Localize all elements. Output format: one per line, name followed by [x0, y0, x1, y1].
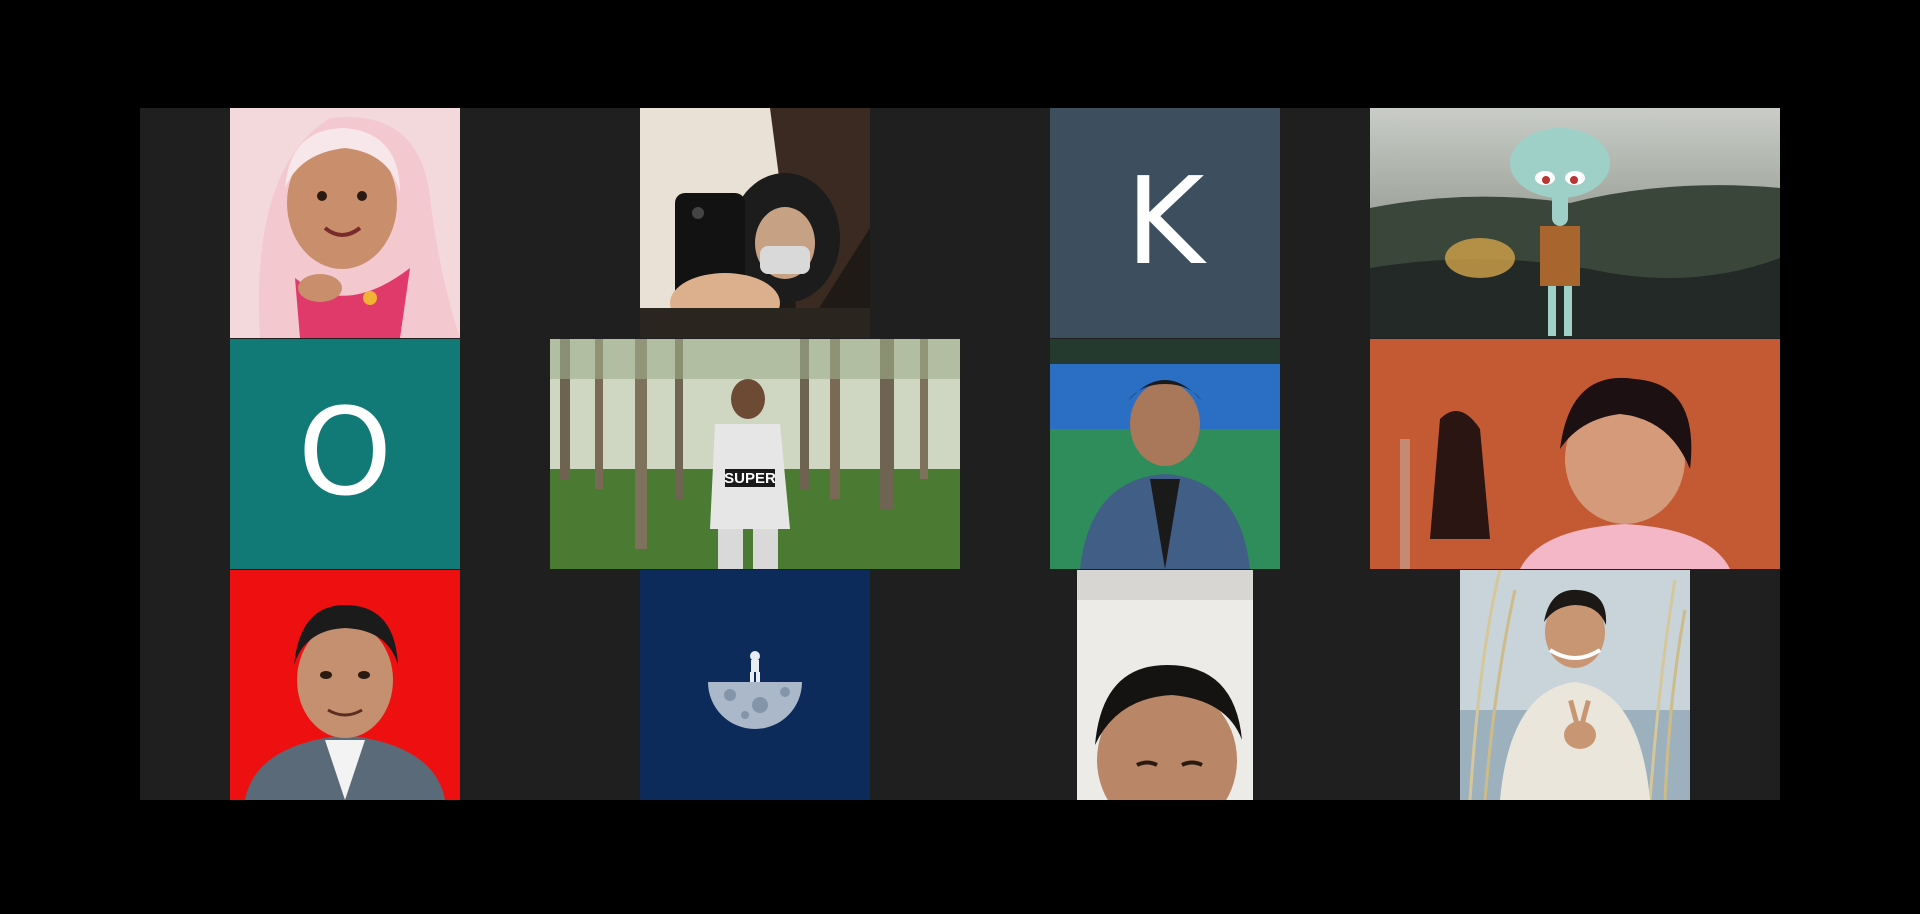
- participant-tile-9[interactable]: [230, 570, 460, 800]
- participant-photo-red-background: [230, 570, 460, 800]
- participant-tile-6[interactable]: SUPER: [550, 339, 960, 569]
- participant-tile-5[interactable]: O: [230, 339, 460, 569]
- participant-tile-1[interactable]: [230, 108, 460, 338]
- participant-video-peace-sign: [1460, 570, 1690, 800]
- participant-video-denim-jacket: [1050, 339, 1280, 569]
- participant-video-mirror-selfie: [640, 108, 870, 338]
- participant-tile-10[interactable]: [640, 570, 870, 800]
- participant-tile-11[interactable]: [1077, 570, 1253, 800]
- participant-tile-3[interactable]: K: [1050, 108, 1280, 338]
- participant-video-close-face: [1077, 570, 1253, 800]
- participant-tile-8[interactable]: [1370, 339, 1780, 569]
- participant-initial-avatar: K: [1125, 153, 1205, 292]
- gallery-view: K O SUPER: [140, 108, 1780, 800]
- participant-video-hijab: [230, 108, 460, 338]
- participant-tile-2[interactable]: [640, 108, 870, 338]
- participant-video-orange-room: [1370, 339, 1780, 569]
- participant-tile-4[interactable]: [1370, 108, 1780, 338]
- participant-tile-7[interactable]: [1050, 339, 1280, 569]
- participant-tile-12[interactable]: [1460, 570, 1690, 800]
- participant-video-forest: SUPER: [550, 339, 960, 569]
- participant-initial-avatar: O: [297, 384, 393, 523]
- astronaut-moon-icon: [640, 570, 870, 800]
- shirt-text: SUPER: [724, 470, 776, 487]
- participant-video-squid-background: [1370, 108, 1780, 338]
